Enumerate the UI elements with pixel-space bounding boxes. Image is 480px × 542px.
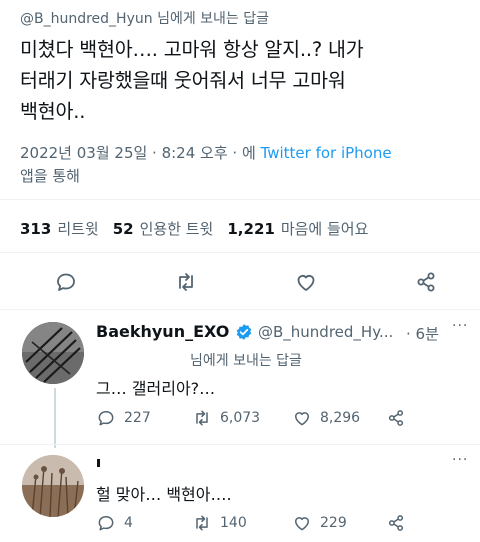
- thread-line: [54, 388, 56, 448]
- reply-actions: 4 140 229: [96, 513, 466, 537]
- reply-to-suffix: 님에게 보내는 답글: [152, 11, 270, 27]
- divider: [0, 444, 480, 445]
- divider: [0, 252, 480, 253]
- source-app-suffix: 앱을 통해: [20, 167, 80, 185]
- reply-count-button[interactable]: 227: [96, 408, 151, 428]
- source-app-link[interactable]: Twitter for iPhone: [261, 144, 392, 162]
- share-button[interactable]: [386, 408, 406, 428]
- reply-author-name-obscured[interactable]: [96, 456, 102, 468]
- like-icon[interactable]: [286, 262, 326, 302]
- tweet-timestamp[interactable]: 2022년 03월 25일 · 8:24 오후 ·: [20, 144, 242, 162]
- divider: [0, 199, 480, 200]
- retweets-count: 313: [20, 220, 52, 238]
- like-count-button[interactable]: 229: [292, 513, 347, 533]
- reply-icon[interactable]: [46, 262, 86, 302]
- reply-time[interactable]: · 6분: [406, 323, 439, 344]
- like-icon: [295, 517, 309, 531]
- share-icon: [388, 515, 404, 531]
- reply-to-line: @B_hundred_Hyun 님에게 보내는 답글: [20, 8, 269, 28]
- retweet-icon: [196, 515, 208, 531]
- like-count-button[interactable]: 8,296: [292, 408, 360, 428]
- tweet-text-line: 터래기 자랑했을때 웃어줘서 너무 고마워: [20, 69, 346, 92]
- tweet-stats: 313 리트윗 52 인용한 트윗 1,221 마음에 들어요: [20, 218, 382, 239]
- avatar[interactable]: [22, 455, 84, 517]
- reply-text: 그… 갤러리아?…: [96, 379, 216, 398]
- reply-text: 헐 맞아… 백현아….: [96, 485, 232, 504]
- reply-author-handle[interactable]: @B_hundred_Hy...: [258, 323, 393, 341]
- reply-count: 4: [124, 515, 133, 531]
- reply-count-button[interactable]: 4: [96, 513, 133, 533]
- more-options-icon[interactable]: ···: [452, 318, 468, 334]
- tweet-text-line: 백현아..: [20, 100, 86, 123]
- likes-count: 1,221: [227, 220, 275, 238]
- reply-to-handle[interactable]: @B_hundred_Hyun: [20, 11, 153, 27]
- avatar[interactable]: [22, 322, 84, 384]
- reply-to-label: 님에게 보내는 답글: [190, 353, 302, 369]
- retweets-stat[interactable]: 313 리트윗: [20, 220, 113, 238]
- like-count: 8,296: [320, 410, 361, 426]
- retweet-count-button[interactable]: 6,073: [192, 408, 260, 428]
- share-button[interactable]: [386, 513, 406, 533]
- reply-author-name[interactable]: Baekhyun_EXO: [96, 322, 229, 341]
- tweet-meta: 2022년 03월 25일 · 8:24 오후 · 에 Twitter for …: [20, 142, 460, 188]
- reply-icon: [98, 516, 114, 531]
- via-prefix: 에: [241, 144, 261, 162]
- like-icon: [295, 412, 309, 426]
- divider: [0, 309, 480, 310]
- quotes-label: 인용한 트윗: [139, 220, 214, 238]
- quotes-count: 52: [112, 220, 134, 238]
- tweet-text-line: 미쳤다 백현아…. 고마워 항상 알지..? 내가: [20, 38, 364, 61]
- reply-count: 227: [124, 410, 151, 426]
- share-icon[interactable]: [406, 262, 446, 302]
- verified-badge-icon: [235, 323, 253, 341]
- retweet-icon: [196, 410, 208, 426]
- share-icon: [388, 410, 404, 426]
- retweet-count-button[interactable]: 140: [192, 513, 247, 533]
- retweet-icon[interactable]: [166, 262, 206, 302]
- reply-actions: 227 6,073 8,296: [96, 408, 466, 432]
- like-count: 229: [320, 515, 347, 531]
- tweet-actions: [0, 262, 480, 302]
- tweet-text: 미쳤다 백현아…. 고마워 항상 알지..? 내가 터래기 자랑했을때 웃어줘서…: [20, 34, 468, 127]
- likes-stat[interactable]: 1,221 마음에 들어요: [227, 220, 382, 238]
- likes-label: 마음에 들어요: [280, 220, 369, 238]
- retweet-count: 6,073: [220, 410, 261, 426]
- more-options-icon[interactable]: ···: [452, 452, 468, 468]
- reply-icon: [98, 411, 114, 426]
- retweets-label: 리트윗: [57, 220, 99, 238]
- retweet-count: 140: [220, 515, 247, 531]
- quotes-stat[interactable]: 52 인용한 트윗: [113, 220, 228, 238]
